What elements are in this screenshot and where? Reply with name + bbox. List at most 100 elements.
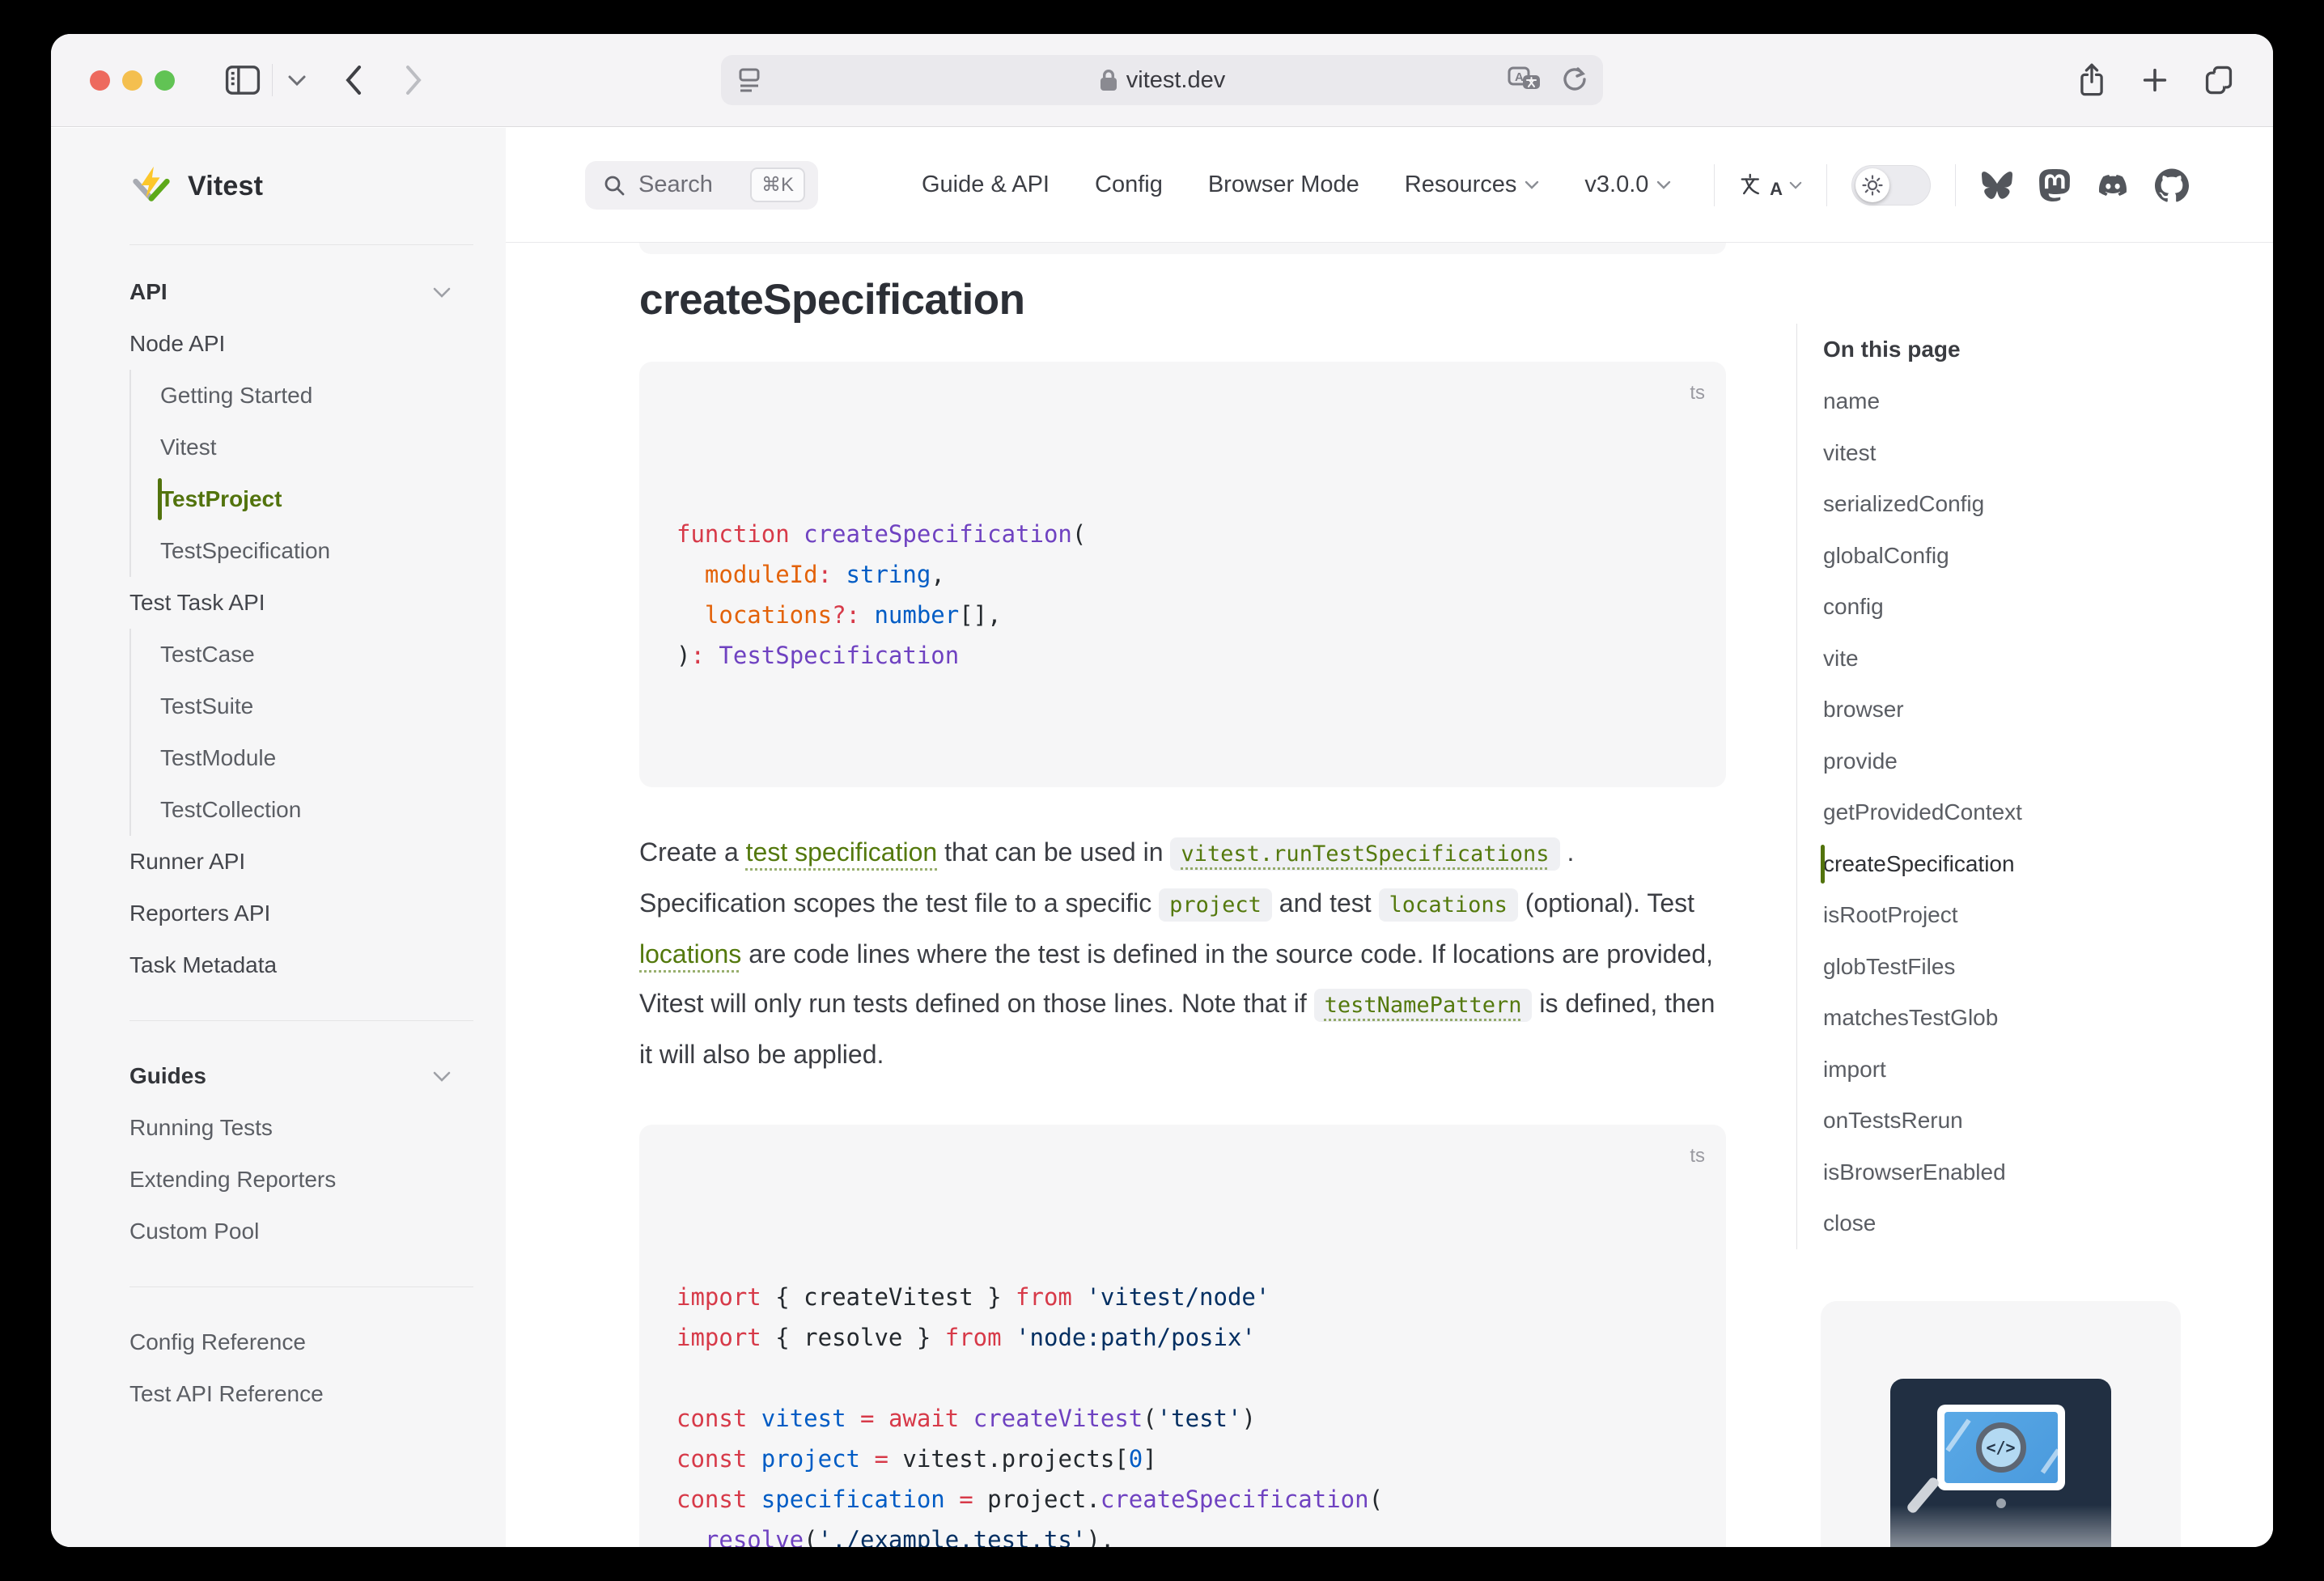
chevron-down-icon bbox=[1525, 180, 1539, 189]
header-divider bbox=[1714, 164, 1715, 206]
nav-guide-api[interactable]: Guide & API bbox=[922, 172, 1050, 198]
tab-overview-icon[interactable] bbox=[2203, 64, 2234, 96]
social-links bbox=[1980, 168, 2189, 202]
sun-icon bbox=[1855, 168, 1889, 202]
sidebar-section-guides[interactable]: Guides bbox=[129, 1050, 473, 1102]
back-button[interactable] bbox=[344, 64, 363, 96]
translate-icon bbox=[1739, 173, 1763, 197]
code-search-icon: </> bbox=[1976, 1422, 2026, 1473]
toc-item-name[interactable]: name bbox=[1823, 375, 2185, 427]
toc-item-ontestsrerun[interactable]: onTestsRerun bbox=[1823, 1095, 2185, 1147]
sidebar-item-vitest[interactable]: Vitest bbox=[160, 422, 473, 473]
toc-item-import[interactable]: import bbox=[1823, 1044, 2185, 1096]
sidebar-item-testmodule[interactable]: TestModule bbox=[160, 732, 473, 784]
site-logo[interactable]: Vitest bbox=[129, 160, 473, 212]
search-shortcut: ⌘K bbox=[750, 167, 805, 202]
sidebar-item-testsuite[interactable]: TestSuite bbox=[160, 680, 473, 732]
sidebar-item-custom-pool[interactable]: Custom Pool bbox=[129, 1206, 473, 1257]
minimize-window-button[interactable] bbox=[122, 70, 142, 91]
inline-code-link[interactable]: vitest.runTestSpecifications bbox=[1170, 837, 1559, 871]
toc-item-serializedconfig[interactable]: serializedConfig bbox=[1823, 478, 2185, 530]
mastodon-icon[interactable] bbox=[2038, 168, 2071, 202]
toc-title: On this page bbox=[1823, 324, 2185, 375]
docs-sidebar: Vitest API Node API Getting Started Vite… bbox=[51, 128, 506, 1547]
nav-browser-mode[interactable]: Browser Mode bbox=[1208, 172, 1359, 198]
toc-item-isbrowserenabled[interactable]: isBrowserEnabled bbox=[1823, 1147, 2185, 1198]
sponsor-card[interactable]: </> bbox=[1821, 1301, 2181, 1547]
address-bar[interactable]: vitest.dev A bbox=[721, 55, 1603, 105]
toc-item-isrootproject[interactable]: isRootProject bbox=[1823, 889, 2185, 941]
code-language-label: ts bbox=[1690, 373, 1705, 413]
code-block-example: ts import { createVitest } from 'vitest/… bbox=[639, 1125, 1726, 1547]
sidebar-item-running-tests[interactable]: Running Tests bbox=[129, 1102, 473, 1154]
toc-item-close[interactable]: close bbox=[1823, 1197, 2185, 1249]
toc-item-provide[interactable]: provide bbox=[1823, 735, 2185, 787]
close-window-button[interactable] bbox=[90, 70, 110, 91]
sidebar-group-test-task-api[interactable]: Test Task API bbox=[129, 577, 473, 629]
logo-text: Vitest bbox=[188, 171, 263, 202]
search-label: Search bbox=[638, 172, 713, 198]
doc-content: createSpecification ts function createSp… bbox=[639, 243, 1726, 1547]
sidebar-item-runner-api[interactable]: Runner API bbox=[129, 836, 473, 888]
sidebar-group-node-api[interactable]: Node API bbox=[129, 318, 473, 370]
sidebar-item-testproject[interactable]: TestProject bbox=[160, 473, 473, 525]
reload-icon[interactable] bbox=[1561, 66, 1588, 94]
sidebar-item-testcase[interactable]: TestCase bbox=[160, 629, 473, 680]
traffic-lights bbox=[90, 70, 175, 91]
inline-link[interactable]: locations bbox=[639, 939, 741, 969]
sidebar-item-extending-reporters[interactable]: Extending Reporters bbox=[129, 1154, 473, 1206]
previous-code-block-remnant bbox=[639, 243, 1726, 254]
sidebar-item-getting-started[interactable]: Getting Started bbox=[160, 370, 473, 422]
main-nav: Guide & API Config Browser Mode Resource… bbox=[922, 172, 1671, 198]
github-icon[interactable] bbox=[2155, 168, 2189, 202]
web-content: Vitest API Node API Getting Started Vite… bbox=[51, 128, 2273, 1547]
header-divider bbox=[1826, 164, 1827, 206]
toc-item-vite[interactable]: vite bbox=[1823, 633, 2185, 685]
new-tab-icon[interactable] bbox=[2140, 66, 2169, 95]
share-icon[interactable] bbox=[2077, 62, 2106, 98]
toc-item-config[interactable]: config bbox=[1823, 581, 2185, 633]
sidebar-section-api[interactable]: API bbox=[129, 266, 473, 318]
sidebar-item-test-api-reference[interactable]: Test API Reference bbox=[129, 1368, 473, 1420]
sidebar-group-node-api-items: Getting Started Vitest TestProject TestS… bbox=[129, 370, 473, 577]
inline-code-link[interactable]: testNamePattern bbox=[1314, 989, 1533, 1022]
page-title: createSpecification bbox=[639, 275, 1726, 324]
toc-item-vitest[interactable]: vitest bbox=[1823, 427, 2185, 479]
sidebar-item-task-metadata[interactable]: Task Metadata bbox=[129, 939, 473, 991]
chevron-down-icon bbox=[1656, 180, 1671, 189]
toc-item-globalconfig[interactable]: globalConfig bbox=[1823, 530, 2185, 582]
forward-button[interactable] bbox=[404, 64, 423, 96]
sidebar-chevron-icon[interactable] bbox=[287, 74, 307, 87]
monitor-icon: </> bbox=[1937, 1405, 2065, 1490]
inline-code: locations bbox=[1379, 888, 1518, 922]
inline-code: project bbox=[1159, 888, 1272, 922]
sidebar-item-reporters-api[interactable]: Reporters API bbox=[129, 888, 473, 939]
discord-icon[interactable] bbox=[2095, 172, 2131, 199]
translate-icon[interactable]: A bbox=[1508, 66, 1542, 94]
toc-item-createspecification[interactable]: createSpecification bbox=[1823, 838, 2185, 890]
inline-link[interactable]: test specification bbox=[746, 837, 938, 867]
search-icon bbox=[603, 174, 626, 197]
toc-active-marker bbox=[1821, 845, 1825, 884]
toc-item-globtestfiles[interactable]: globTestFiles bbox=[1823, 941, 2185, 993]
sidebar-item-config-reference[interactable]: Config Reference bbox=[129, 1316, 473, 1368]
sidebar-toggle-icon[interactable] bbox=[225, 65, 261, 95]
version-menu[interactable]: v3.0.0 bbox=[1584, 172, 1671, 198]
toc-item-getprovidedcontext[interactable]: getProvidedContext bbox=[1823, 786, 2185, 838]
language-menu[interactable]: A bbox=[1739, 171, 1802, 200]
bluesky-icon[interactable] bbox=[1980, 170, 2014, 201]
code-block-signature: ts function createSpecification( moduleI… bbox=[639, 362, 1726, 787]
sidebar-divider bbox=[129, 244, 473, 245]
toc-item-matchestestglob[interactable]: matchesTestGlob bbox=[1823, 992, 2185, 1044]
toc-item-browser[interactable]: browser bbox=[1823, 684, 2185, 735]
theme-toggle[interactable] bbox=[1851, 165, 1931, 206]
svg-text:A: A bbox=[1515, 70, 1524, 84]
nav-config[interactable]: Config bbox=[1095, 172, 1163, 198]
zoom-window-button[interactable] bbox=[155, 70, 175, 91]
sidebar-item-testspecification[interactable]: TestSpecification bbox=[160, 525, 473, 577]
nav-resources[interactable]: Resources bbox=[1405, 172, 1540, 198]
search-button[interactable]: Search ⌘K bbox=[585, 161, 818, 210]
sidebar-item-testcollection[interactable]: TestCollection bbox=[160, 784, 473, 836]
sponsor-illustration: </> bbox=[1890, 1379, 2111, 1547]
code-language-label: ts bbox=[1690, 1136, 1705, 1176]
